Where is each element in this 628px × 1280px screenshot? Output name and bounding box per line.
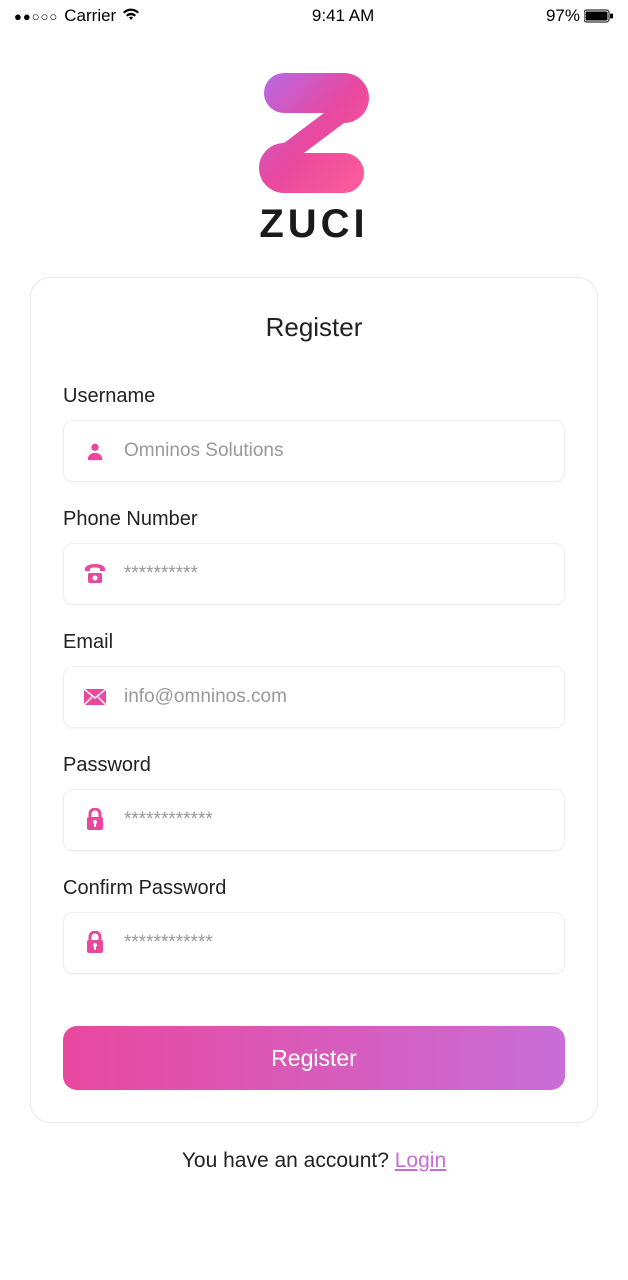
- email-field-group: Email: [63, 631, 565, 728]
- lock-icon: [80, 808, 110, 832]
- status-left: ●●○○○ Carrier: [14, 6, 140, 26]
- login-link[interactable]: Login: [395, 1149, 446, 1172]
- battery-percent: 97%: [546, 6, 580, 26]
- user-icon: [80, 440, 110, 462]
- register-button[interactable]: Register: [63, 1026, 565, 1090]
- username-input-row[interactable]: [63, 420, 565, 482]
- carrier-label: Carrier: [64, 6, 116, 26]
- status-bar: ●●○○○ Carrier 9:41 AM 97%: [0, 0, 628, 30]
- email-input[interactable]: [124, 686, 548, 708]
- phone-input[interactable]: [124, 563, 548, 585]
- username-label: Username: [63, 385, 565, 408]
- brand-logo-icon: [244, 58, 384, 198]
- email-input-row[interactable]: [63, 666, 565, 728]
- phone-field-group: Phone Number: [63, 508, 565, 605]
- brand-name: ZUCI: [259, 202, 368, 247]
- phone-input-row[interactable]: [63, 543, 565, 605]
- phone-icon: [80, 563, 110, 585]
- password-label: Password: [63, 754, 565, 777]
- signal-dots-icon: ●●○○○: [14, 9, 58, 24]
- footer-prompt: You have an account?: [182, 1149, 395, 1172]
- username-field-group: Username: [63, 385, 565, 482]
- password-field-group: Password: [63, 754, 565, 851]
- battery-icon: [584, 9, 614, 23]
- confirm-password-label: Confirm Password: [63, 877, 565, 900]
- status-time: 9:41 AM: [312, 6, 374, 26]
- confirm-password-input[interactable]: [124, 932, 548, 954]
- confirm-password-field-group: Confirm Password: [63, 877, 565, 974]
- password-input-row[interactable]: [63, 789, 565, 851]
- status-right: 97%: [546, 6, 614, 26]
- register-card: Register Username Phone Number Email Pa: [30, 277, 598, 1123]
- phone-label: Phone Number: [63, 508, 565, 531]
- wifi-icon: [122, 6, 140, 26]
- footer-text: You have an account? Login: [0, 1149, 628, 1173]
- card-title: Register: [63, 312, 565, 343]
- username-input[interactable]: [124, 440, 548, 462]
- password-input[interactable]: [124, 809, 548, 831]
- lock-icon: [80, 931, 110, 955]
- email-label: Email: [63, 631, 565, 654]
- logo-area: ZUCI: [0, 58, 628, 247]
- mail-icon: [80, 688, 110, 706]
- confirm-password-input-row[interactable]: [63, 912, 565, 974]
